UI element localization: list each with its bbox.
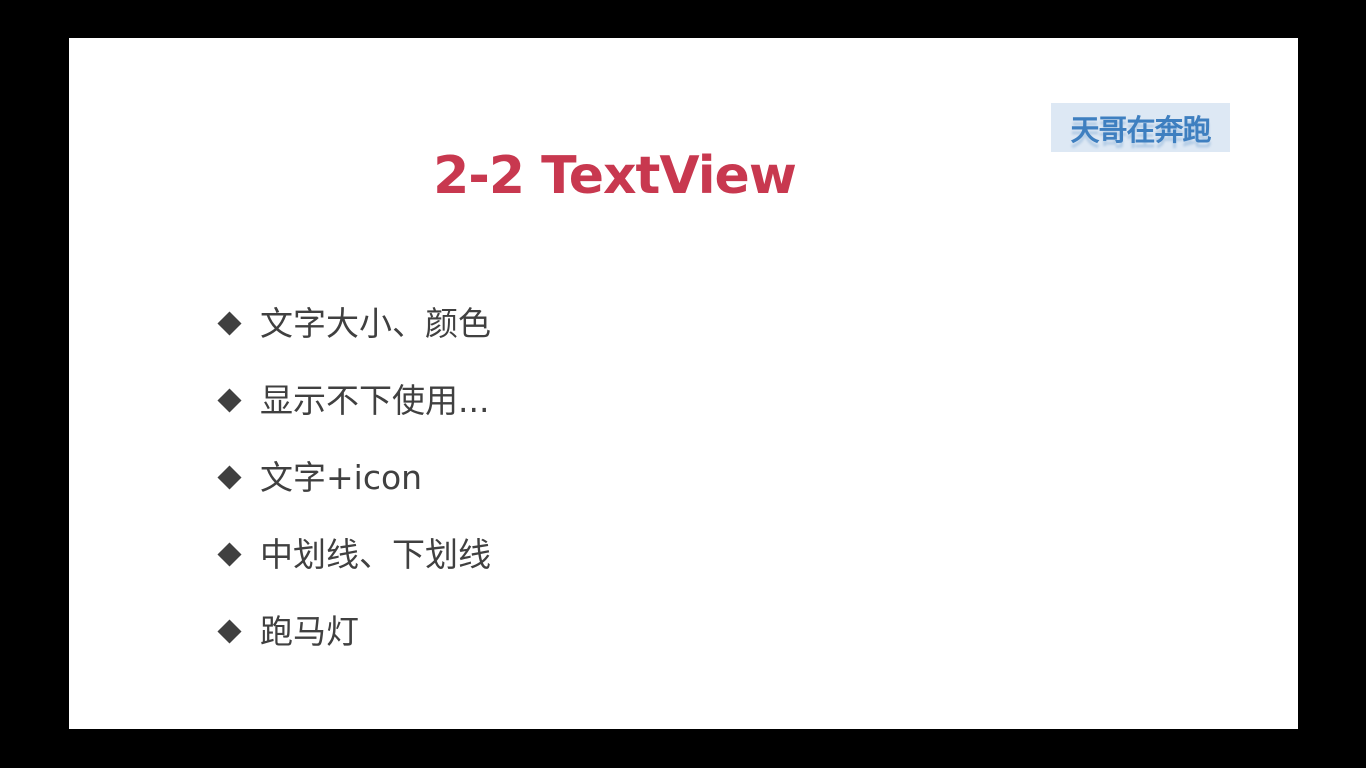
bullet-text: 显示不下使用... [260, 380, 490, 420]
list-item: 中划线、下划线 [217, 516, 491, 593]
diamond-bullet-icon [217, 388, 242, 413]
presentation-slide: 2-2 TextView 天哥在奔跑 文字大小、颜色 显示不下使用... 文字+… [69, 38, 1298, 729]
diamond-bullet-icon [217, 619, 242, 644]
list-item: 文字+icon [217, 439, 491, 516]
diamond-bullet-icon [217, 542, 242, 567]
logo-badge: 天哥在奔跑 [1051, 103, 1230, 152]
bullet-list: 文字大小、颜色 显示不下使用... 文字+icon 中划线、下划线 跑马灯 [217, 285, 491, 670]
list-item: 文字大小、颜色 [217, 285, 491, 362]
bullet-text: 文字+icon [260, 457, 423, 497]
diamond-bullet-icon [217, 311, 242, 336]
bullet-text: 中划线、下划线 [260, 534, 491, 574]
diamond-bullet-icon [217, 465, 242, 490]
slide-title: 2-2 TextView [433, 146, 797, 206]
logo-text: 天哥在奔跑 [1070, 112, 1211, 147]
list-item: 显示不下使用... [217, 362, 491, 439]
screen: 2-2 TextView 天哥在奔跑 文字大小、颜色 显示不下使用... 文字+… [0, 0, 1366, 768]
bullet-text: 文字大小、颜色 [260, 303, 491, 343]
bullet-text: 跑马灯 [260, 611, 359, 651]
list-item: 跑马灯 [217, 593, 491, 670]
